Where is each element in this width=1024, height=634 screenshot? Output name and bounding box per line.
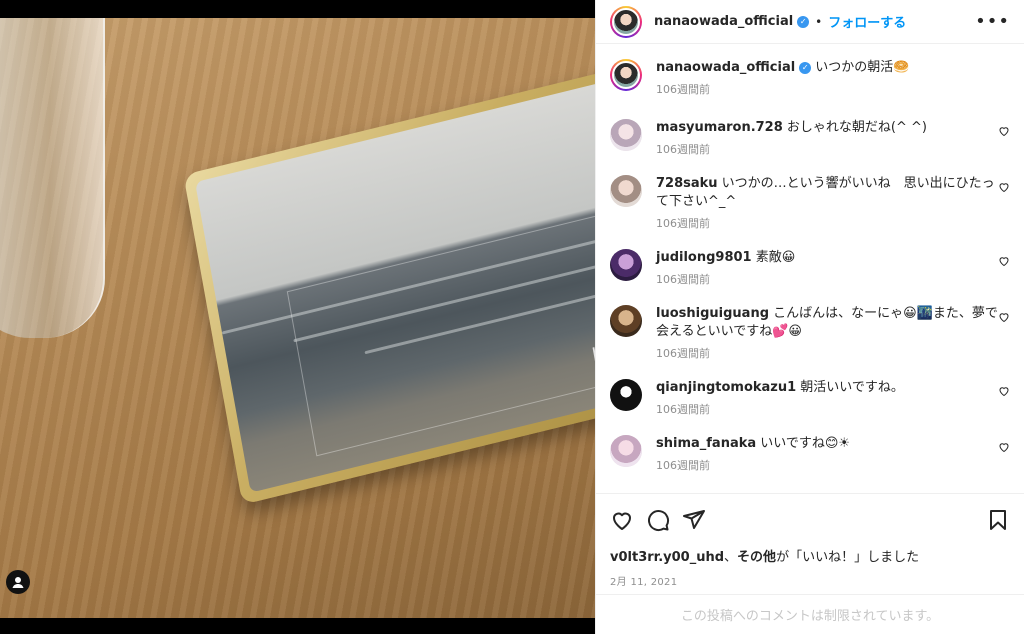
comment-body: 728saku いつかの…という響がいいね 思い出にひたって下さい^_^ 106… [656,175,1006,233]
avatar-image [610,175,642,207]
post-header: nanaowada_official ✓ • フォローする ••• [596,0,1024,44]
comment-time[interactable]: 106週間前 [656,345,1006,363]
comment-item: masyumaron.728 おしゃれな朝だね(^ ^) 106週間前 [610,119,1010,159]
comment-item: qianjingtomokazu1 朝活いいですね。 106週間前 [610,379,1010,419]
user-tag-icon[interactable] [6,570,30,594]
commenter-avatar[interactable] [610,435,642,467]
post-photo[interactable]: bills [0,18,595,618]
comments-list[interactable]: nanaowada_official ✓ いつかの朝活🥯 106週間前 masyu… [596,45,1024,493]
comment-time[interactable]: 106週間前 [656,141,1006,159]
comment-username[interactable]: 728saku [656,176,718,191]
commenter-avatar[interactable] [610,305,642,337]
comment-time[interactable]: 106週間前 [656,457,1006,475]
like-comment-heart-icon[interactable] [998,441,1010,453]
like-comment-heart-icon[interactable] [998,385,1010,397]
avatar-image [612,61,640,89]
comment-username[interactable]: qianjingtomokazu1 [656,380,796,395]
comment-text: いいですね😊☀ [756,436,851,451]
like-comment-heart-icon[interactable] [998,255,1010,267]
follow-button[interactable]: フォローする [828,12,906,31]
author-avatar[interactable] [610,5,642,38]
verified-badge-icon: ✓ [797,15,810,28]
avatar-image [610,249,642,281]
comment-item: 728saku いつかの…という響がいいね 思い出にひたって下さい^_^ 106… [610,175,1010,233]
caption-username[interactable]: nanaowada_official [656,60,795,75]
share-paper-plane-icon[interactable] [682,508,706,532]
commenter-avatar[interactable] [610,379,642,411]
author-avatar[interactable] [610,59,642,91]
comment-username[interactable]: masyumaron.728 [656,120,783,135]
comment-item: shima_fanaka いいですね😊☀ 106週間前 [610,435,1010,475]
verified-badge-icon: ✓ [799,61,812,74]
author-username[interactable]: nanaowada_official [654,14,793,29]
comment-bubble-icon[interactable] [646,508,670,532]
comment-text: 素敵😀 [751,250,796,265]
caption: nanaowada_official ✓ いつかの朝活🥯 106週間前 [610,59,1010,99]
likes-suffix: が「いいね！」しました [776,550,920,565]
liker-username[interactable]: v0lt3rr.y00_uhd [610,550,724,565]
likes-separator: 、 [724,550,738,565]
comment-username[interactable]: luoshiguiguang [656,306,769,321]
post-panel: nanaowada_official ✓ • フォローする ••• nanaow… [595,0,1024,634]
like-comment-heart-icon[interactable] [998,311,1010,323]
post-media: bills [0,0,595,634]
save-bookmark-icon[interactable] [986,508,1010,532]
comment-body: judilong9801 素敵😀 106週間前 [656,249,1006,289]
comment-text: おしゃれな朝だね(^ ^) [782,120,927,135]
comment-item: judilong9801 素敵😀 106週間前 [610,249,1010,289]
likes-others-link[interactable]: その他 [737,550,776,565]
comment-time[interactable]: 106週間前 [656,215,1006,233]
caption-text: いつかの朝活🥯 [811,60,910,75]
print-frame [286,209,595,457]
comment-username[interactable]: judilong9801 [656,250,752,265]
commenter-avatar[interactable] [610,249,642,281]
likes-summary: v0lt3rr.y00_uhd、その他が「いいね！」しました [610,546,1010,565]
comments-restricted-notice: この投稿へのコメントは制限されています。 [596,594,1024,634]
commenter-avatar[interactable] [610,175,642,207]
avatar-image [610,379,642,411]
avatar-image [610,435,642,467]
comment-body: masyumaron.728 おしゃれな朝だね(^ ^) 106週間前 [656,119,1006,159]
comment-body: shima_fanaka いいですね😊☀ 106週間前 [656,435,1006,475]
avatar-image [610,119,642,151]
post-actions: v0lt3rr.y00_uhd、その他が「いいね！」しました 2月 11, 20… [596,493,1024,588]
comment-body: luoshiguiguang こんばんは、なーにゃ😀🌃また、夢で会えるといいです… [656,305,1006,363]
comment-username[interactable]: shima_fanaka [656,436,756,451]
separator-dot: • [815,14,823,29]
comment-time[interactable]: 106週間前 [656,271,1006,289]
like-heart-icon[interactable] [610,508,634,532]
like-comment-heart-icon[interactable] [998,125,1010,137]
comment-item: luoshiguiguang こんばんは、なーにゃ😀🌃また、夢で会えるといいです… [610,305,1010,363]
caption-body: nanaowada_official ✓ いつかの朝活🥯 106週間前 [656,59,1006,99]
avatar-image [612,7,640,36]
comment-body: qianjingtomokazu1 朝活いいですね。 106週間前 [656,379,1006,419]
comment-time[interactable]: 106週間前 [656,401,1006,419]
drinking-glass [0,18,105,338]
commenter-avatar[interactable] [610,119,642,151]
action-icons [610,506,1010,534]
more-options-icon[interactable]: ••• [975,11,1010,32]
post-date[interactable]: 2月 11, 2021 [610,573,1010,588]
comment-text: 朝活いいですね。 [796,380,904,395]
caption-time[interactable]: 106週間前 [656,81,1006,99]
avatar-image [610,305,642,337]
like-comment-heart-icon[interactable] [998,181,1010,193]
